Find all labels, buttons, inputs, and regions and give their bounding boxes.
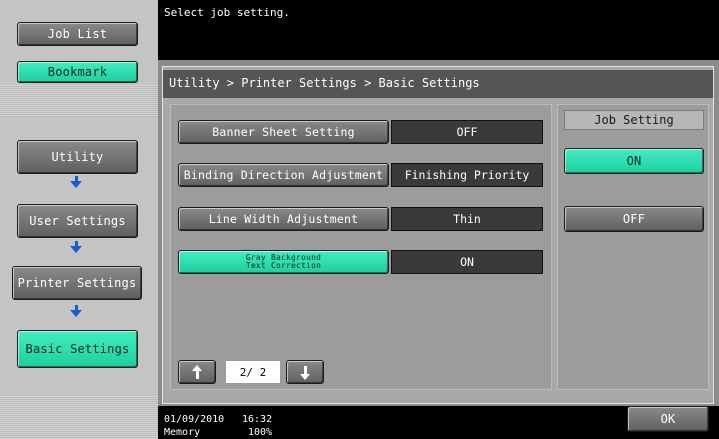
basic-settings-button[interactable]: Basic Settings [17, 330, 138, 368]
line-width-adjustment-value: Thin [391, 207, 543, 231]
page-indicator: 2/ 2 [226, 361, 280, 383]
status-date: 01/09/2010 [164, 414, 225, 425]
binding-direction-adjustment-button[interactable]: Binding Direction Adjustment [178, 163, 389, 187]
breadcrumb-text: Utility > Printer Settings > Basic Setti… [169, 76, 480, 90]
line-width-adjustment-button[interactable]: Line Width Adjustment [178, 207, 389, 231]
banner-sheet-setting-value: OFF [391, 120, 543, 144]
arrow-down-icon [70, 241, 82, 253]
status-memory-value: 100% [248, 427, 273, 438]
ok-button[interactable]: OK [627, 406, 709, 432]
user-settings-button[interactable]: User Settings [17, 204, 138, 238]
arrow-down-icon [70, 305, 82, 317]
job-setting-title: Job Setting [564, 110, 704, 130]
gray-background-label-line2: Text Correction [245, 261, 322, 270]
sidebar-stripe [0, 85, 158, 117]
job-setting-on-button[interactable]: ON [564, 148, 704, 174]
utility-button[interactable]: Utility [17, 140, 138, 174]
breadcrumb: Utility > Printer Settings > Basic Setti… [163, 70, 713, 98]
page-up-button[interactable] [178, 360, 216, 384]
job-setting-panel [557, 104, 709, 390]
binding-direction-adjustment-value: Finishing Priority [391, 163, 543, 187]
bookmark-button[interactable]: Bookmark [17, 61, 138, 83]
arrow-down-icon [300, 374, 310, 380]
page-down-button[interactable] [286, 360, 324, 384]
arrow-up-icon [192, 365, 202, 371]
message-text: Select job setting. [164, 6, 290, 19]
message-bar: Select job setting. [158, 0, 719, 60]
job-setting-off-button[interactable]: OFF [564, 206, 704, 232]
gray-background-text-correction-value: ON [391, 250, 543, 274]
arrow-down-icon [70, 176, 82, 188]
banner-sheet-setting-button[interactable]: Banner Sheet Setting [178, 120, 389, 144]
job-list-button[interactable]: Job List [17, 22, 138, 46]
status-memory-label: Memory [164, 427, 201, 438]
settings-panel [170, 104, 552, 390]
gray-background-text-correction-button[interactable]: Gray Background Text Correction [178, 250, 389, 274]
printer-settings-button[interactable]: Printer Settings [12, 266, 142, 300]
status-time: 16:32 [242, 414, 273, 425]
sidebar-stripe-bottom [0, 396, 158, 439]
